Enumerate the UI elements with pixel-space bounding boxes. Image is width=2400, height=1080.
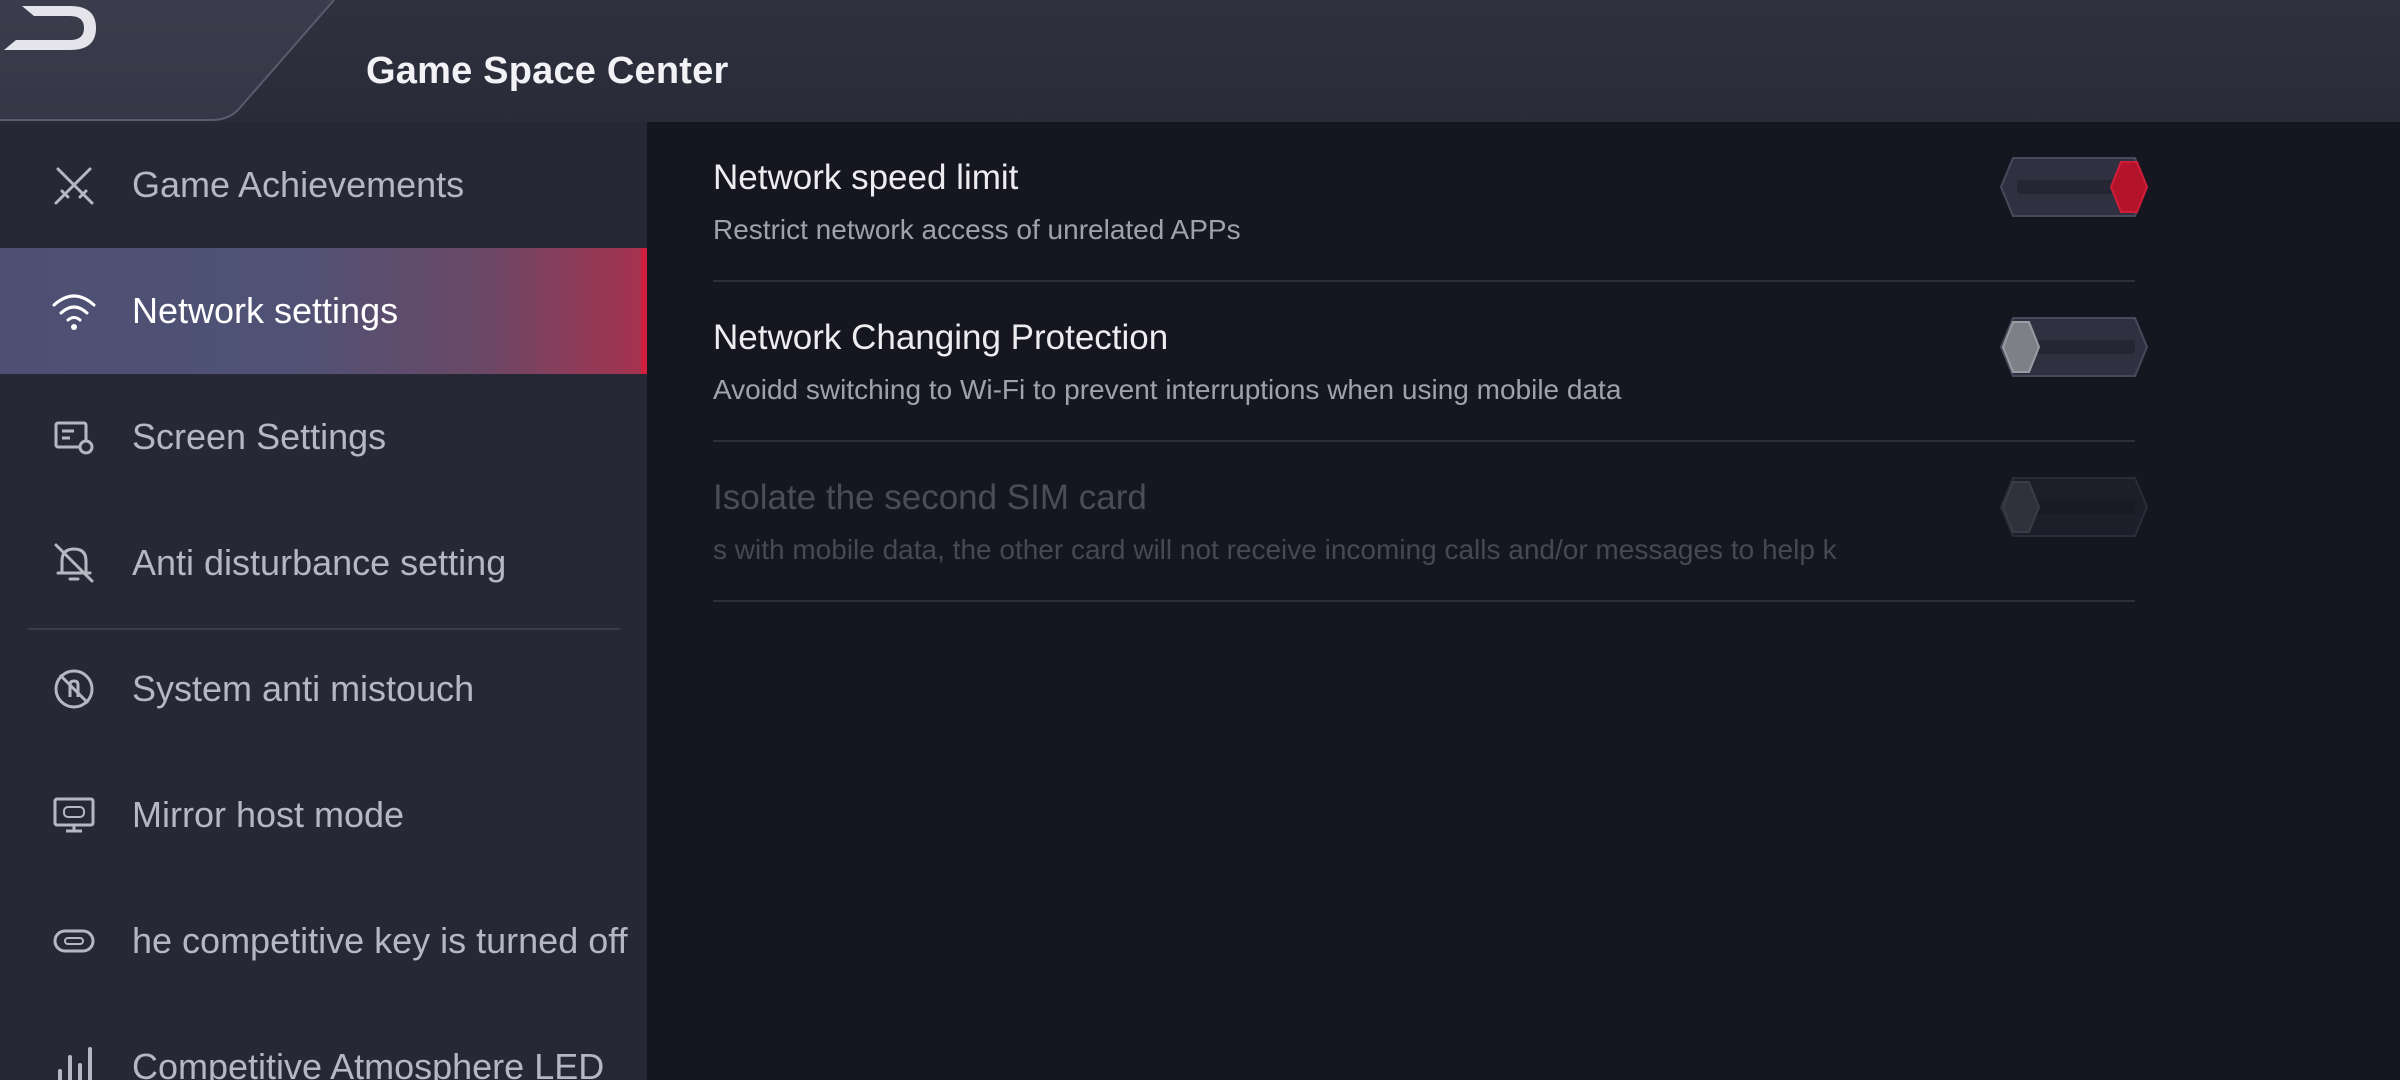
sidebar-item-label: he competitive key is turned off xyxy=(132,920,628,961)
sidebar-item-label: Anti disturbance setting xyxy=(132,542,507,583)
back-button[interactable] xyxy=(0,0,340,122)
sidebar-item-label: Screen Settings xyxy=(132,416,387,457)
bell-off-icon xyxy=(54,543,94,583)
setting-title: Network Changing Protection xyxy=(713,318,1169,357)
network-speed-limit-toggle[interactable] xyxy=(1999,156,2149,218)
game-space-center-screen: Game Space Center Game Achievements Netw… xyxy=(0,0,2400,1080)
sidebar-item-system-anti-mistouch[interactable]: System anti mistouch xyxy=(0,626,647,752)
setting-description: Restrict network access of unrelated APP… xyxy=(713,214,1241,245)
sidebar-item-competitive-atmosphere-led[interactable]: Competitive Atmosphere LED xyxy=(0,1004,647,1080)
screen-settings-icon xyxy=(54,421,94,455)
setting-title: Network speed limit xyxy=(713,158,1019,197)
sidebar-item-label: Game Achievements xyxy=(132,164,465,205)
header-bar: Game Space Center xyxy=(0,0,2400,122)
sidebar-item-game-achievements[interactable]: Game Achievements xyxy=(0,122,647,248)
settings-panel: Network speed limit Restrict network acc… xyxy=(647,122,2400,1080)
wifi-icon xyxy=(52,294,96,330)
sidebar-item-network-settings[interactable]: Network settings xyxy=(0,248,647,374)
sidebar-item-label: Competitive Atmosphere LED xyxy=(132,1046,605,1080)
monitor-gamepad-icon xyxy=(53,797,95,833)
row-divider xyxy=(713,600,2135,602)
setting-row-isolate-second-sim: Isolate the second SIM card s with mobil… xyxy=(713,442,2149,602)
sidebar: Game Achievements Network settings Scree… xyxy=(0,122,647,1080)
sidebar-item-label: Mirror host mode xyxy=(132,794,405,835)
isolate-second-sim-toggle[interactable] xyxy=(1999,476,2149,538)
sidebar-item-label: System anti mistouch xyxy=(132,668,475,709)
page-title: Game Space Center xyxy=(366,50,729,92)
setting-row-network-changing-protection: Network Changing Protection Avoidd switc… xyxy=(713,282,2149,442)
led-bars-icon xyxy=(58,1047,92,1080)
setting-description: Avoidd switching to Wi-Fi to prevent int… xyxy=(713,374,1622,405)
sidebar-item-mirror-host-mode[interactable]: Mirror host mode xyxy=(0,752,647,878)
network-changing-protection-toggle[interactable] xyxy=(1999,316,2149,378)
crossed-swords-icon xyxy=(54,167,94,205)
sidebar-item-anti-disturbance[interactable]: Anti disturbance setting xyxy=(0,500,647,626)
touch-block-icon xyxy=(54,669,94,709)
setting-description: s with mobile data, the other card will … xyxy=(713,534,1837,565)
sidebar-item-label: Network settings xyxy=(132,290,399,331)
sidebar-item-screen-settings[interactable]: Screen Settings xyxy=(0,374,647,500)
setting-row-network-speed-limit: Network speed limit Restrict network acc… xyxy=(713,122,2149,282)
key-toggle-icon xyxy=(53,929,95,953)
setting-title: Isolate the second SIM card xyxy=(713,478,1147,517)
back-arrow-icon xyxy=(4,6,96,50)
sidebar-item-competitive-key[interactable]: he competitive key is turned off xyxy=(0,878,647,1004)
